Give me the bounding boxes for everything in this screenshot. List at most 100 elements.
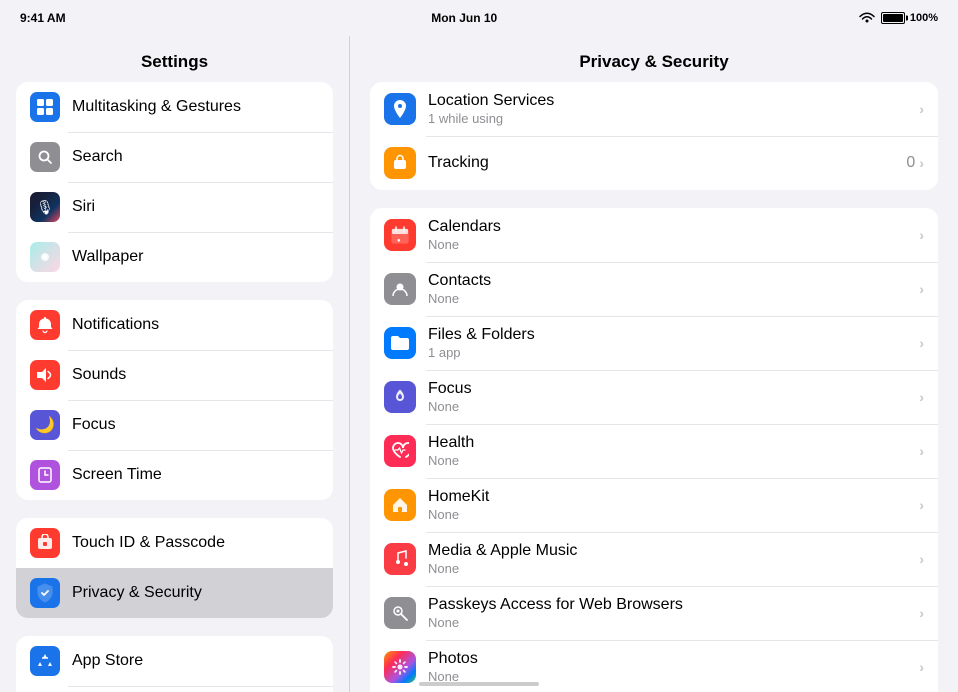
- files-text: Files & Folders 1 app: [428, 326, 907, 360]
- contacts-title: Contacts: [428, 272, 907, 290]
- passkeys-right: ›: [919, 605, 924, 621]
- focus-sidebar-icon: 🌙: [30, 410, 60, 440]
- passkeys-subtitle: None: [428, 615, 907, 630]
- media-right: ›: [919, 551, 924, 567]
- files-right: ›: [919, 335, 924, 351]
- tracking-text: Tracking: [428, 154, 894, 172]
- files-icon: [384, 327, 416, 359]
- privacy-icon: [30, 578, 60, 608]
- homekit-title: HomeKit: [428, 488, 907, 506]
- settings-row-focus-perm[interactable]: Focus None ›: [370, 370, 938, 424]
- photos-chevron: ›: [919, 659, 924, 675]
- calendars-text: Calendars None: [428, 218, 907, 252]
- health-text: Health None: [428, 434, 907, 468]
- settings-row-health[interactable]: Health None ›: [370, 424, 938, 478]
- location-chevron: ›: [919, 101, 924, 117]
- sidebar-item-multitasking[interactable]: Multitasking & Gestures: [16, 82, 333, 132]
- status-bar: 9:41 AM Mon Jun 10 100%: [0, 0, 958, 36]
- passkeys-icon: [384, 597, 416, 629]
- sidebar-item-touchid[interactable]: Touch ID & Passcode: [16, 518, 333, 568]
- settings-row-passkeys[interactable]: Passkeys Access for Web Browsers None ›: [370, 586, 938, 640]
- sidebar-item-sounds[interactable]: Sounds: [16, 350, 333, 400]
- settings-row-homekit[interactable]: HomeKit None ›: [370, 478, 938, 532]
- tracking-chevron: ›: [919, 155, 924, 171]
- settings-row-media[interactable]: Media & Apple Music None ›: [370, 532, 938, 586]
- focus-perm-chevron: ›: [919, 389, 924, 405]
- homekit-text: HomeKit None: [428, 488, 907, 522]
- location-right: ›: [919, 101, 924, 117]
- settings-row-files[interactable]: Files & Folders 1 app ›: [370, 316, 938, 370]
- svg-text:●: ●: [397, 238, 401, 244]
- sidebar-item-gamecenter[interactable]: Game Center: [16, 686, 333, 692]
- calendars-chevron: ›: [919, 227, 924, 243]
- files-subtitle: 1 app: [428, 345, 907, 360]
- right-panel-title: Privacy & Security: [350, 36, 958, 82]
- calendars-title: Calendars: [428, 218, 907, 236]
- battery-icon: 100%: [881, 12, 938, 24]
- sidebar-group-2: Notifications Sounds 🌙 Focus: [16, 300, 333, 500]
- media-subtitle: None: [428, 561, 907, 576]
- sidebar-group-3: Touch ID & Passcode Privacy & Security: [16, 518, 333, 618]
- search-label: Search: [72, 148, 123, 166]
- files-chevron: ›: [919, 335, 924, 351]
- wallpaper-icon: [30, 242, 60, 272]
- right-panel: Privacy & Security Location Services 1 w…: [350, 36, 958, 692]
- health-title: Health: [428, 434, 907, 452]
- settings-row-tracking[interactable]: Tracking 0 ›: [370, 136, 938, 190]
- location-text: Location Services 1 while using: [428, 92, 907, 126]
- contacts-icon: [384, 273, 416, 305]
- settings-row-calendars[interactable]: ● Calendars None ›: [370, 208, 938, 262]
- notifications-label: Notifications: [72, 316, 159, 334]
- main-layout: Settings Multitasking & Gestures: [0, 36, 958, 692]
- settings-row-contacts[interactable]: Contacts None ›: [370, 262, 938, 316]
- sidebar-content: Multitasking & Gestures Search 🎙: [0, 82, 349, 692]
- focus-perm-icon: [384, 381, 416, 413]
- sidebar-item-appstore[interactable]: App Store: [16, 636, 333, 686]
- location-subtitle: 1 while using: [428, 111, 907, 126]
- location-title: Location Services: [428, 92, 907, 110]
- health-icon: [384, 435, 416, 467]
- media-chevron: ›: [919, 551, 924, 567]
- search-icon: [30, 142, 60, 172]
- sidebar-item-focus[interactable]: 🌙 Focus: [16, 400, 333, 450]
- homekit-subtitle: None: [428, 507, 907, 522]
- sidebar-item-wallpaper[interactable]: Wallpaper: [16, 232, 333, 282]
- screentime-label: Screen Time: [72, 466, 162, 484]
- calendars-subtitle: None: [428, 237, 907, 252]
- appstore-label: App Store: [72, 652, 143, 670]
- calendars-right: ›: [919, 227, 924, 243]
- settings-group-permissions: ● Calendars None ›: [370, 208, 938, 692]
- sounds-label: Sounds: [72, 366, 126, 384]
- homekit-chevron: ›: [919, 497, 924, 513]
- contacts-text: Contacts None: [428, 272, 907, 306]
- siri-label: Siri: [72, 198, 95, 216]
- wallpaper-label: Wallpaper: [72, 248, 143, 266]
- notifications-icon: [30, 310, 60, 340]
- media-title: Media & Apple Music: [428, 542, 907, 560]
- sidebar-item-privacy[interactable]: Privacy & Security: [16, 568, 333, 618]
- battery-percent: 100%: [910, 12, 938, 24]
- sidebar-item-siri[interactable]: 🎙 Siri: [16, 182, 333, 232]
- location-icon: [384, 93, 416, 125]
- appstore-icon: [30, 646, 60, 676]
- home-indicator: [419, 682, 539, 686]
- tracking-value: 0: [906, 154, 915, 172]
- photos-icon: [384, 651, 416, 683]
- settings-row-location[interactable]: Location Services 1 while using ›: [370, 82, 938, 136]
- privacy-label: Privacy & Security: [72, 584, 202, 602]
- status-icons: 100%: [859, 12, 938, 24]
- photos-title: Photos: [428, 650, 907, 668]
- tracking-icon: [384, 147, 416, 179]
- multitasking-icon: [30, 92, 60, 122]
- homekit-right: ›: [919, 497, 924, 513]
- siri-icon: 🎙: [30, 192, 60, 222]
- sidebar-item-search[interactable]: Search: [16, 132, 333, 182]
- sidebar-item-notifications[interactable]: Notifications: [16, 300, 333, 350]
- sidebar-item-screentime[interactable]: Screen Time: [16, 450, 333, 500]
- photos-right: ›: [919, 659, 924, 675]
- files-title: Files & Folders: [428, 326, 907, 344]
- health-right: ›: [919, 443, 924, 459]
- health-subtitle: None: [428, 453, 907, 468]
- contacts-chevron: ›: [919, 281, 924, 297]
- passkeys-title: Passkeys Access for Web Browsers: [428, 596, 907, 614]
